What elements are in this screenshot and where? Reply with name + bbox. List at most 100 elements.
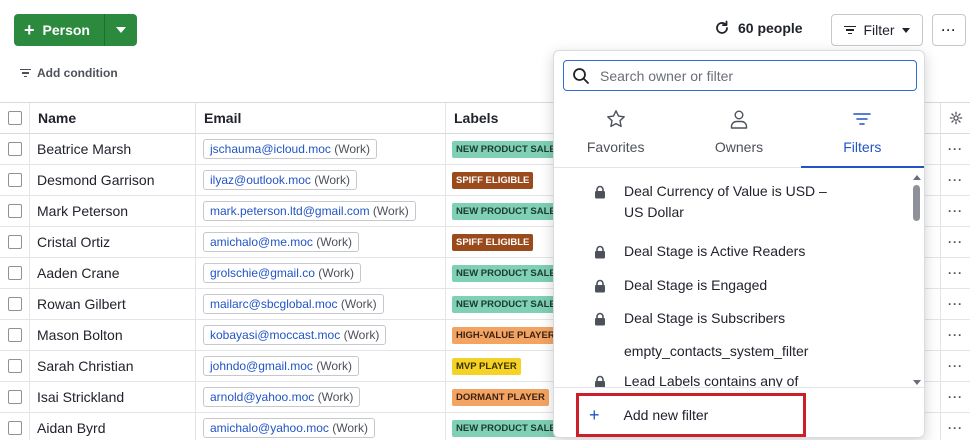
person-name[interactable]: Isai Strickland	[30, 382, 196, 412]
tab-filters-label: Filters	[843, 139, 882, 155]
tab-favorites[interactable]: Favorites	[554, 103, 677, 167]
caret-down-icon	[901, 27, 910, 33]
plus-icon: +	[24, 20, 35, 40]
email-address: mark.peterson.ltd@gmail.com	[210, 204, 370, 218]
refresh-icon[interactable]	[714, 20, 730, 36]
email-chip[interactable]: jschauma@icloud.moc (Work)	[203, 139, 378, 159]
filter-item-label: Deal Currency of Value is USD – US Dolla…	[624, 183, 827, 220]
label-badge: DORMANT PLAYER	[452, 388, 549, 406]
lock-icon	[595, 375, 605, 387]
user-icon	[730, 110, 748, 129]
filter-item[interactable]: Deal Stage is Engaged	[554, 275, 844, 296]
row-checkbox[interactable]	[7, 204, 22, 218]
lock-icon	[595, 245, 605, 259]
column-header-email[interactable]: Email	[196, 103, 446, 133]
search-icon	[573, 67, 589, 84]
filter-item[interactable]: Deal Stage is Active Readers	[554, 241, 844, 262]
add-person-dropdown-button[interactable]	[104, 14, 137, 46]
row-more-button[interactable]: ···	[940, 165, 970, 195]
email-type: (Work)	[318, 266, 355, 280]
row-more-button[interactable]: ···	[940, 413, 970, 440]
filter-search-box[interactable]	[563, 60, 917, 91]
add-new-filter-button[interactable]: + Add new filter	[576, 393, 806, 437]
add-person-split-button: + Person	[14, 14, 137, 46]
lock-icon	[595, 279, 605, 293]
row-more-button[interactable]: ···	[940, 351, 970, 381]
person-name[interactable]: Aaden Crane	[30, 258, 196, 288]
filter-list-scrollbar[interactable]	[910, 175, 924, 385]
filter-icon	[844, 25, 857, 35]
person-name[interactable]: Aidan Byrd	[30, 413, 196, 440]
filter-icon	[20, 68, 31, 78]
column-header-name[interactable]: Name	[30, 103, 196, 133]
row-more-button[interactable]: ···	[940, 196, 970, 226]
person-name[interactable]: Rowan Gilbert	[30, 289, 196, 319]
person-name[interactable]: Cristal Ortiz	[30, 227, 196, 257]
email-type: (Work)	[334, 142, 371, 156]
row-more-button[interactable]: ···	[940, 227, 970, 257]
email-chip[interactable]: arnold@yahoo.moc (Work)	[203, 387, 361, 407]
filter-list: Deal Currency of Value is USD – US Dolla…	[554, 175, 910, 387]
label-badge: NEW PRODUCT SALE	[452, 264, 556, 282]
email-chip[interactable]: mark.peterson.ltd@gmail.com (Work)	[203, 201, 416, 221]
row-checkbox[interactable]	[7, 390, 22, 404]
email-chip[interactable]: amichalo@yahoo.moc (Work)	[203, 418, 376, 438]
row-more-button[interactable]: ···	[940, 258, 970, 288]
email-type: (Work)	[317, 390, 354, 404]
person-name[interactable]: Sarah Christian	[30, 351, 196, 381]
filter-dropdown-panel: Favorites Owners Filters Deal Currency o…	[553, 50, 925, 438]
person-name[interactable]: Beatrice Marsh	[30, 134, 196, 164]
email-chip[interactable]: amichalo@me.moc (Work)	[203, 232, 360, 252]
filter-search-input[interactable]	[600, 67, 900, 84]
gear-icon[interactable]	[949, 111, 963, 125]
person-name[interactable]: Mark Peterson	[30, 196, 196, 226]
email-chip[interactable]: grolschie@gmail.co (Work)	[203, 263, 362, 283]
email-chip[interactable]: ilyaz@outlook.moc (Work)	[203, 170, 358, 190]
filter-panel-footer: + Add new filter	[554, 387, 924, 437]
filter-tabs: Favorites Owners Filters	[554, 103, 925, 168]
label-badge: NEW PRODUCT SALE	[452, 419, 556, 437]
email-chip[interactable]: johndo@gmail.moc (Work)	[203, 356, 360, 376]
more-options-button[interactable]: ···	[932, 14, 966, 46]
filter-item-label: Deal Stage is Engaged	[624, 277, 768, 293]
filter-button[interactable]: Filter	[831, 14, 923, 46]
tab-owners[interactable]: Owners	[677, 103, 800, 167]
row-checkbox[interactable]	[7, 173, 22, 187]
row-checkbox[interactable]	[7, 266, 22, 280]
filter-item[interactable]: Deal Stage is Subscribers	[554, 308, 844, 329]
add-condition-button[interactable]: Add condition	[20, 66, 118, 80]
email-address: kobayasi@moccast.moc	[210, 328, 341, 342]
row-checkbox[interactable]	[7, 421, 22, 435]
filter-item-label: Lead Labels contains any of	[624, 373, 799, 387]
scroll-down-icon[interactable]	[913, 380, 921, 385]
email-address: grolschie@gmail.co	[210, 266, 315, 280]
email-chip[interactable]: mailarc@sbcglobal.moc (Work)	[203, 294, 384, 314]
row-checkbox[interactable]	[7, 359, 22, 373]
scroll-up-icon[interactable]	[913, 175, 921, 180]
row-checkbox[interactable]	[7, 297, 22, 311]
row-more-button[interactable]: ···	[940, 382, 970, 412]
label-badge: MVP PLAYER	[452, 357, 521, 375]
row-more-button[interactable]: ···	[940, 289, 970, 319]
tab-filters[interactable]: Filters	[800, 103, 925, 168]
scroll-thumb[interactable]	[913, 185, 920, 221]
column-header-labels[interactable]: Labels	[446, 103, 556, 133]
row-checkbox[interactable]	[7, 235, 22, 249]
email-type: (Work)	[316, 235, 353, 249]
person-name[interactable]: Desmond Garrison	[30, 165, 196, 195]
filter-item[interactable]: Lead Labels contains any of	[554, 371, 844, 387]
email-address: arnold@yahoo.moc	[210, 390, 315, 404]
row-more-button[interactable]: ···	[940, 320, 970, 350]
row-checkbox[interactable]	[7, 328, 22, 342]
filter-item-label: Deal Stage is Active Readers	[624, 243, 806, 259]
row-more-button[interactable]: ···	[940, 134, 970, 164]
select-all-checkbox[interactable]	[7, 111, 22, 125]
filter-item[interactable]: empty_contacts_system_filter	[554, 341, 844, 362]
plus-icon: +	[589, 404, 600, 425]
email-chip[interactable]: kobayasi@moccast.moc (Work)	[203, 325, 387, 345]
row-checkbox[interactable]	[7, 142, 22, 156]
email-address: ilyaz@outlook.moc	[210, 173, 311, 187]
filter-item[interactable]: Deal Currency of Value is USD – US Dolla…	[554, 181, 844, 223]
person-name[interactable]: Mason Bolton	[30, 320, 196, 350]
add-person-button[interactable]: + Person	[14, 14, 105, 46]
